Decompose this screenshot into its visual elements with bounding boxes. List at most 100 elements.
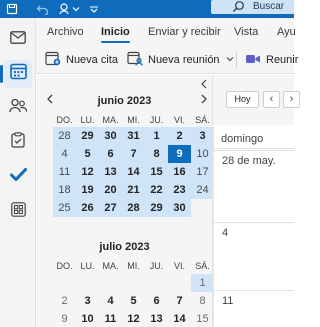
week-row: 25 26 27 28 29 30 [53,199,214,217]
title-bar: Buscar [0,0,294,18]
next-period-button[interactable]: › [283,91,300,108]
day-cell[interactable]: 6 [99,145,122,163]
day-cell[interactable]: 7 [122,145,145,163]
day-cell[interactable]: 30 [99,127,122,145]
search-icon [232,0,245,18]
new-meeting-button[interactable]: Nueva reunión [127,51,239,69]
rail-mail[interactable] [4,26,32,54]
day-cell[interactable]: 3 [191,127,214,145]
new-appointment-button[interactable]: Nueva cita [45,51,118,69]
day-cell[interactable]: 18 [53,181,76,199]
day-cell[interactable]: 5 [122,292,145,310]
day-cell[interactable]: 4 [99,292,122,310]
day-cell[interactable]: 11 [99,310,122,327]
search-box[interactable]: Buscar [211,0,294,14]
day-cell[interactable]: 17 [191,163,214,181]
teams-meeting-label: Reunir [266,54,299,66]
day-cell[interactable]: 8 [145,145,168,163]
tab-enviar-y-recibir[interactable]: Enviar y recibir [148,26,221,38]
day-cell[interactable]: 28 [53,127,76,145]
rail-apps[interactable] [4,198,32,226]
undo-icon[interactable] [36,1,50,17]
day-cell[interactable]: 27 [99,199,122,217]
tab-archivo[interactable]: Archivo [47,26,84,38]
weekday-lu: LU. [80,115,95,125]
day-cell[interactable]: 4 [53,145,76,163]
june-title: junio 2023 [97,95,152,107]
sync-icon[interactable] [58,1,72,17]
day-cell[interactable] [122,274,145,292]
todo-icon [9,168,27,186]
weekday-ju: JU. [149,261,164,271]
day-cell[interactable]: 14 [122,163,145,181]
day-cell[interactable]: 20 [99,181,122,199]
day-cell[interactable]: 29 [145,199,168,217]
day-cell[interactable]: 13 [145,310,168,327]
rail-calendar[interactable] [0,60,32,88]
day-cell[interactable]: 2 [53,292,76,310]
day-cell[interactable]: 5 [76,145,99,163]
day-cell[interactable]: 29 [76,127,99,145]
day-label: 28 de may. [222,155,276,167]
customize-toolbar-icon[interactable] [89,1,99,17]
day-cell[interactable]: 10 [191,145,214,163]
day-cell[interactable] [168,274,191,292]
day-cell[interactable] [53,274,76,292]
rail-todo[interactable] [4,163,32,191]
day-cell[interactable]: 15 [145,163,168,181]
rail-people[interactable] [4,94,32,122]
day-cell[interactable]: 6 [145,292,168,310]
week-row: 11 12 13 14 15 16 17 [53,163,214,181]
day-cell[interactable]: 14 [168,310,191,327]
calendar-icon [9,63,27,85]
next-month-button[interactable] [200,94,208,106]
week-row: 28 29 30 31 1 2 3 [53,127,214,145]
day-cell[interactable] [191,199,214,217]
day-cell[interactable]: 31 [122,127,145,145]
day-cell[interactable]: 1 [191,274,214,292]
day-cell[interactable]: 12 [76,163,99,181]
prev-period-button[interactable]: ‹ [263,91,280,108]
tab-ayuda[interactable]: Ayu [277,26,296,38]
day-cell[interactable]: 15 [191,310,214,327]
rail-tasks[interactable] [4,128,32,156]
day-cell[interactable]: 30 [168,199,191,217]
day-cell[interactable] [99,274,122,292]
teams-meeting-button[interactable]: Reunir [245,51,298,69]
collapse-pane-icon[interactable] [200,79,208,91]
day-cell[interactable]: 21 [122,181,145,199]
day-cell-week2[interactable]: 4 [213,222,294,290]
tab-vista[interactable]: Vista [234,26,258,38]
day-cell-week3[interactable]: 11 [213,290,294,327]
search-label: Buscar [253,1,285,12]
day-cell[interactable]: 1 [145,127,168,145]
day-cell[interactable]: 13 [99,163,122,181]
day-cell[interactable]: 11 [53,163,76,181]
day-cell[interactable]: 25 [53,199,76,217]
today-day-cell[interactable]: 9 [168,145,191,163]
tab-inicio[interactable]: Inicio [101,26,130,43]
day-cell[interactable]: 10 [76,310,99,327]
day-cell[interactable]: 22 [145,181,168,199]
day-cell[interactable]: 8 [191,292,214,310]
save-icon[interactable] [6,1,18,17]
tasks-icon [11,131,25,153]
day-cell[interactable]: 9 [53,310,76,327]
june-grid: 28 29 30 31 1 2 3 4 5 6 7 8 9 10 11 12 1… [53,127,214,217]
chevron-down-icon[interactable] [72,1,80,17]
day-cell[interactable]: 28 [122,199,145,217]
day-cell[interactable]: 2 [168,127,191,145]
day-cell[interactable]: 19 [76,181,99,199]
day-cell[interactable]: 12 [122,310,145,327]
day-cell[interactable]: 7 [168,292,191,310]
day-cell[interactable]: 26 [76,199,99,217]
day-cell[interactable]: 3 [76,292,99,310]
day-cell[interactable]: 23 [168,181,191,199]
day-cell[interactable] [145,274,168,292]
day-cell[interactable] [76,274,99,292]
day-cell[interactable]: 24 [191,181,214,199]
day-cell[interactable]: 16 [168,163,191,181]
mini-calendar-pane: junio 2023 DO. LU. MA. MI. JU. VI. SÁ. 2… [37,75,214,327]
today-button[interactable]: Hoy [226,91,259,108]
day-cell-week1[interactable]: 28 de may. [213,150,294,222]
